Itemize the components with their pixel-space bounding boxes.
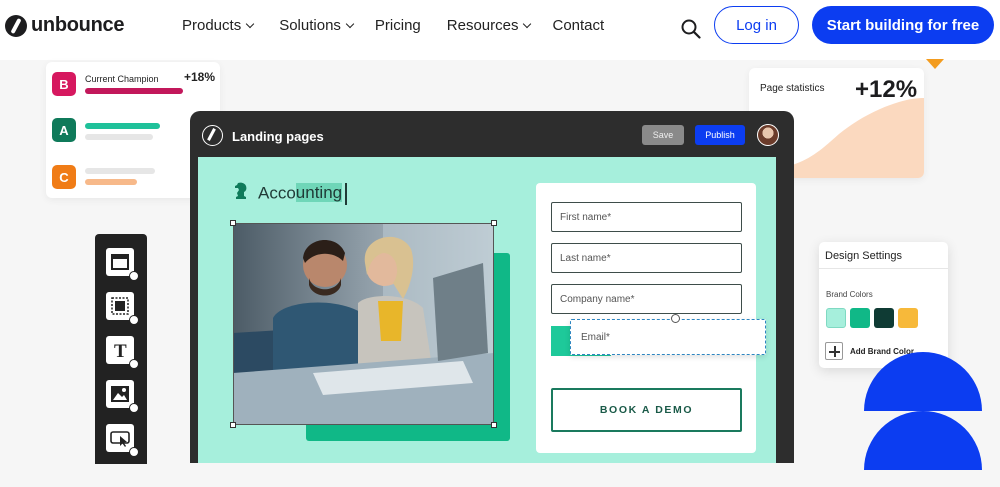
unbounce-logo[interactable]: unbounce <box>5 14 124 37</box>
chess-knight-icon <box>235 182 247 199</box>
search-icon[interactable] <box>681 19 701 39</box>
tool-palette: T <box>95 234 147 464</box>
tool-dot <box>129 315 139 325</box>
button-tool[interactable] <box>106 424 139 457</box>
menu-pricing[interactable]: Pricing <box>375 17 421 34</box>
current-champion-label: Current Champion <box>85 74 159 84</box>
section-tool[interactable] <box>106 248 139 281</box>
resize-handle[interactable] <box>491 422 497 428</box>
tool-dot <box>129 271 139 281</box>
design-settings-title: Design Settings <box>825 250 903 262</box>
publish-button[interactable]: Publish <box>695 125 745 145</box>
menu-products[interactable]: Products <box>182 17 255 34</box>
swatch-dark-green[interactable] <box>874 308 894 328</box>
editor-title: Landing pages <box>232 129 324 144</box>
text-tool-icon: T <box>114 341 127 360</box>
last-name-field[interactable]: Last name* <box>551 243 742 273</box>
image-tool[interactable] <box>106 380 139 413</box>
top-navbar: unbounce Products Solutions Pricing Reso… <box>0 0 1000 56</box>
box-tool[interactable] <box>106 292 139 325</box>
headline-highlight: unting <box>295 183 343 203</box>
book-demo-button[interactable]: BOOK A DEMO <box>551 388 742 432</box>
editor-logo-icon <box>202 125 223 146</box>
chevron-down-icon <box>523 19 532 28</box>
design-settings-panel: Design Settings Brand Colors Add Brand C… <box>819 242 948 368</box>
swatch-mint[interactable] <box>826 308 846 328</box>
resize-handle[interactable] <box>230 220 236 226</box>
tool-dot <box>129 359 139 369</box>
swatch-yellow[interactable] <box>898 308 918 328</box>
variant-b-badge: B <box>52 72 76 96</box>
photo-illustration <box>233 223 494 425</box>
tool-dot <box>129 447 139 457</box>
chevron-down-icon <box>245 19 255 28</box>
chevron-down-icon <box>345 19 355 28</box>
save-button[interactable]: Save <box>642 125 684 145</box>
team-photo[interactable] <box>233 223 494 425</box>
menu-solutions[interactable]: Solutions <box>279 17 355 34</box>
button-tool-icon <box>110 431 130 447</box>
variant-c-bar <box>85 179 137 185</box>
main-menu: Products Solutions Pricing Resources Con… <box>182 17 604 34</box>
variant-b-bar <box>85 88 183 94</box>
start-building-button[interactable]: Start building for free <box>812 6 994 44</box>
logo-mark-icon <box>5 14 27 37</box>
company-name-field[interactable]: Company name* <box>551 284 742 314</box>
variant-a-bar-secondary <box>85 134 153 140</box>
tool-dot <box>129 403 139 413</box>
champion-percent: +18% <box>184 70 216 84</box>
login-button[interactable]: Log in <box>714 6 799 44</box>
resize-handle[interactable] <box>230 422 236 428</box>
section-tool-icon <box>111 254 129 270</box>
logo-text: unbounce <box>31 14 125 36</box>
first-name-field[interactable]: First name* <box>551 202 742 232</box>
resize-handle[interactable] <box>491 220 497 226</box>
avatar[interactable] <box>757 124 779 146</box>
variant-c-bar-secondary <box>85 168 155 174</box>
email-field-dragging[interactable]: Email* <box>570 319 766 355</box>
landing-page-editor: Landing pages Save Publish Accounting Fi… <box>190 111 794 463</box>
variant-c-badge: C <box>52 165 76 189</box>
orange-triangle-decoration <box>926 59 944 69</box>
plus-icon[interactable] <box>825 342 843 360</box>
image-tool-icon <box>111 386 129 402</box>
text-tool[interactable]: T <box>106 336 139 369</box>
menu-resources[interactable]: Resources <box>447 17 532 34</box>
variant-a-bar <box>85 123 160 129</box>
variant-a-badge: A <box>52 118 76 142</box>
svg-text:T: T <box>114 341 127 360</box>
editor-canvas[interactable]: Accounting First name* Last name* Compan… <box>198 157 776 463</box>
text-caret <box>345 183 347 205</box>
swatch-green[interactable] <box>850 308 870 328</box>
divider <box>819 268 948 269</box>
menu-contact[interactable]: Contact <box>552 17 604 34</box>
lead-form: First name* Last name* Company name* BOO… <box>536 183 756 453</box>
box-tool-icon <box>111 297 129 315</box>
brand-colors-label: Brand Colors <box>826 290 873 299</box>
headline-text[interactable]: Accounting <box>258 183 347 205</box>
drag-handle[interactable] <box>671 314 680 323</box>
